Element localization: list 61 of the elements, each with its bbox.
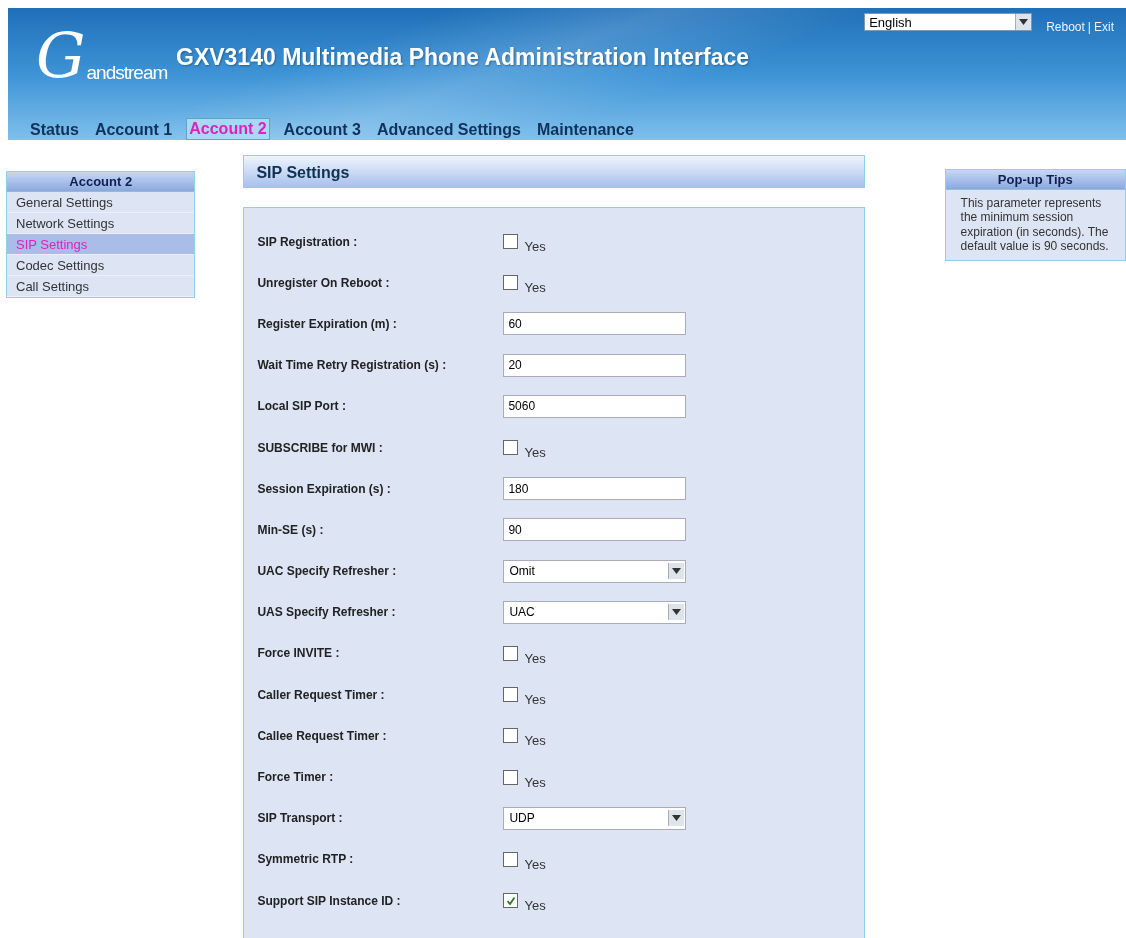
nav-tab[interactable]: Maintenance: [534, 120, 636, 140]
field-label: Symmetric RTP :: [257, 852, 355, 867]
checkbox-label: Yes: [524, 445, 546, 461]
nav-tab[interactable]: Account 3: [281, 120, 363, 140]
tips-title: Pop-up Tips: [945, 170, 1125, 190]
field-label: Unregister On Reboot :: [257, 275, 391, 290]
nav-tab[interactable]: Advanced Settings: [374, 120, 523, 140]
checkbox-label: Yes: [524, 856, 546, 872]
checkbox[interactable]: [503, 645, 519, 661]
input-field[interactable]: 180: [503, 477, 687, 501]
language-select[interactable]: English: [864, 13, 1033, 31]
sidebar-item[interactable]: General Settings: [7, 192, 195, 213]
dropdown-select[interactable]: UDP: [503, 806, 687, 830]
dropdown-select[interactable]: Omit: [503, 559, 687, 583]
section-title: SIP Settings: [243, 155, 865, 188]
checkbox[interactable]: [503, 851, 519, 867]
field-label: SIP Registration :: [257, 234, 359, 249]
checkbox[interactable]: [503, 440, 519, 456]
field-label: Support SIP Instance ID :: [257, 893, 402, 908]
nav-tab[interactable]: Status: [28, 120, 81, 140]
checkbox-label: Yes: [524, 774, 546, 790]
field-label: UAS Specify Refresher :: [257, 605, 397, 620]
logo: G andstream: [36, 24, 168, 88]
field-label: UAC Specify Refresher :: [257, 564, 398, 579]
checkbox-label: Yes: [524, 239, 546, 255]
sidebar-item[interactable]: Call Settings: [7, 276, 195, 297]
checkbox[interactable]: [503, 687, 519, 703]
dropdown-select[interactable]: UAC: [503, 600, 687, 624]
field-label: SUBSCRIBE for MWI :: [257, 440, 384, 455]
field-label: Force INVITE :: [257, 646, 341, 661]
field-label: Session Expiration (s) :: [257, 481, 392, 496]
input-field[interactable]: 5060: [503, 394, 687, 418]
checkbox-label: Yes: [524, 650, 546, 666]
field-label: Register Expiration (m) :: [257, 316, 398, 331]
checkbox[interactable]: [503, 893, 519, 909]
tips-text: This parameter represents the minimum session expiration (in seconds). The default value is 90 seconds.: [959, 195, 1110, 256]
field-label: SIP Transport :: [257, 811, 344, 826]
header-link[interactable]: Reboot: [1046, 20, 1085, 34]
link-separator: |: [1087, 20, 1091, 34]
checkbox[interactable]: [503, 769, 519, 785]
sidebar-title: Account 2: [7, 172, 195, 192]
input-field[interactable]: 60: [503, 312, 687, 336]
checkbox[interactable]: [503, 275, 519, 291]
field-label: Wait Time Retry Registration (s) :: [257, 358, 448, 373]
checkbox[interactable]: [503, 234, 519, 250]
field-label: Callee Request Timer :: [257, 728, 388, 743]
checkbox[interactable]: [503, 728, 519, 744]
field-label: Local SIP Port :: [257, 399, 347, 414]
field-label: Caller Request Timer :: [257, 687, 386, 702]
input-field[interactable]: 20: [503, 353, 687, 377]
nav-tab[interactable]: Account 1: [92, 120, 175, 140]
input-field[interactable]: 90: [503, 518, 687, 542]
field-label: Force Timer :: [257, 770, 335, 785]
checkbox-label: Yes: [524, 692, 546, 708]
checkbox-label: Yes: [524, 280, 546, 296]
checkbox-label: Yes: [524, 898, 546, 914]
sidebar-item[interactable]: Codec Settings: [7, 255, 195, 276]
checkbox-label: Yes: [524, 733, 546, 749]
header-link[interactable]: Exit: [1094, 20, 1114, 34]
field-label: Min-SE (s) :: [257, 522, 325, 537]
page-title: GXV3140 Multimedia Phone Administration Interface: [176, 44, 749, 71]
